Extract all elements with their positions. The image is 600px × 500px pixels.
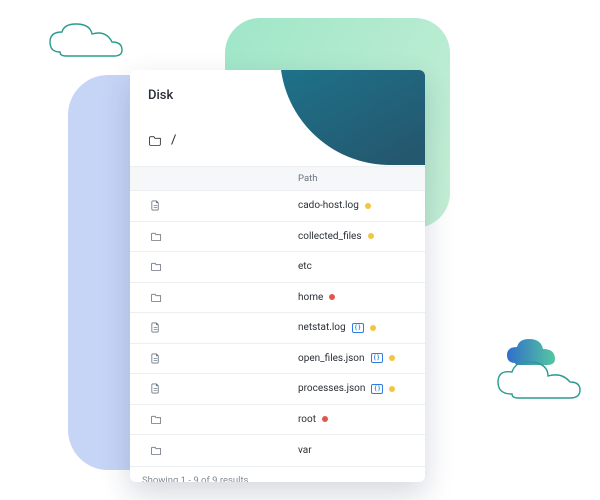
folder-icon bbox=[148, 134, 163, 147]
table-row[interactable]: open_files.json { } bbox=[130, 344, 425, 375]
disk-browser-card: Disk / Path cado-host.log collected_file… bbox=[130, 70, 425, 482]
folder-icon bbox=[150, 414, 182, 425]
status-dot-yellow bbox=[365, 203, 371, 209]
file-name: collected_files bbox=[298, 231, 362, 242]
table-row[interactable]: etc bbox=[130, 252, 425, 283]
status-dot-yellow bbox=[389, 355, 395, 361]
file-name: netstat.log bbox=[298, 322, 346, 333]
json-badge-icon: { } bbox=[371, 353, 383, 363]
cloud-decor-bottom-right bbox=[492, 356, 587, 401]
table-row[interactable]: root bbox=[130, 405, 425, 436]
json-badge-icon: { } bbox=[371, 384, 383, 394]
table-row[interactable]: processes.json { } bbox=[130, 374, 425, 405]
file-icon bbox=[150, 321, 182, 334]
file-name: cado-host.log bbox=[298, 200, 359, 211]
file-list: cado-host.log collected_files etc bbox=[130, 191, 425, 466]
folder-icon bbox=[150, 231, 182, 242]
file-name: home bbox=[298, 292, 323, 303]
folder-icon bbox=[150, 261, 182, 272]
status-dot-yellow bbox=[370, 325, 376, 331]
folder-icon bbox=[150, 292, 182, 303]
file-icon bbox=[150, 199, 182, 212]
file-name: var bbox=[298, 445, 312, 456]
table-row[interactable]: var bbox=[130, 435, 425, 466]
folder-icon bbox=[150, 445, 182, 456]
table-row[interactable]: netstat.log { } bbox=[130, 313, 425, 344]
results-footer: Showing 1 - 9 of 9 results bbox=[130, 466, 425, 483]
breadcrumb-path: / bbox=[171, 133, 176, 148]
table-row[interactable]: collected_files bbox=[130, 222, 425, 253]
table-row[interactable]: cado-host.log bbox=[130, 191, 425, 222]
status-dot-red bbox=[329, 294, 335, 300]
json-badge-icon: { } bbox=[352, 323, 364, 333]
file-name: open_files.json bbox=[298, 353, 365, 364]
card-title: Disk bbox=[130, 70, 425, 111]
table-header: Path bbox=[130, 166, 425, 191]
cloud-decor-top-left bbox=[48, 20, 158, 60]
breadcrumb[interactable]: / bbox=[130, 111, 425, 158]
column-header-path: Path bbox=[298, 173, 317, 184]
file-name: processes.json bbox=[298, 383, 365, 394]
file-name: etc bbox=[298, 261, 312, 272]
file-icon bbox=[150, 382, 182, 395]
status-dot-yellow bbox=[389, 386, 395, 392]
file-icon bbox=[150, 352, 182, 365]
table-row[interactable]: home bbox=[130, 283, 425, 314]
status-dot-yellow bbox=[368, 233, 374, 239]
file-name: root bbox=[298, 414, 316, 425]
status-dot-red bbox=[322, 416, 328, 422]
